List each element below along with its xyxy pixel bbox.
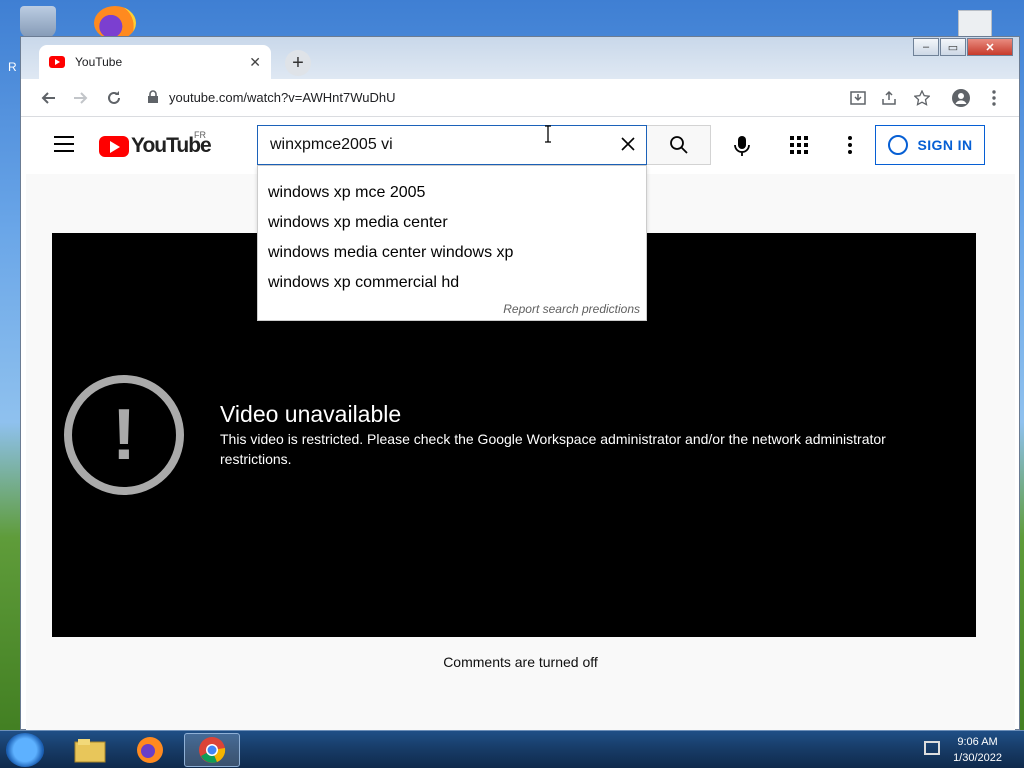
text-cursor-icon: [545, 125, 551, 143]
youtube-favicon-icon: [49, 56, 65, 68]
system-clock[interactable]: 9:06 AM 1/30/2022: [953, 734, 1002, 766]
bookmark-star-icon[interactable]: [911, 87, 933, 109]
taskbar: 9:06 AM 1/30/2022: [0, 730, 1024, 768]
region-code: FR: [194, 130, 206, 140]
voice-search-button[interactable]: [724, 128, 760, 164]
account-icon: [887, 135, 908, 155]
youtube-page: YouTube FR winxpmce2005 vi SIGN IN ! Vid…: [26, 118, 1015, 730]
lock-icon: [148, 90, 158, 103]
new-tab-button[interactable]: +: [285, 50, 311, 76]
browser-window: YouTube ✕ + – ▭ ✕ youtube.com/watch?v=AW…: [20, 36, 1020, 730]
youtube-play-icon: [99, 135, 129, 157]
alert-icon: !: [64, 375, 184, 495]
search-box[interactable]: [257, 125, 647, 165]
url-text: youtube.com/watch?v=AWHnt7WuDhU: [169, 90, 396, 105]
settings-more-icon[interactable]: [842, 132, 858, 158]
browser-toolbar: youtube.com/watch?v=AWHnt7WuDhU: [21, 79, 1019, 117]
reload-icon[interactable]: [103, 87, 125, 109]
back-icon[interactable]: [37, 87, 59, 109]
suggestion-item[interactable]: windows xp media center: [258, 208, 646, 238]
network-tray-icon[interactable]: [924, 741, 940, 755]
video-unavailable-title: Video unavailable: [220, 401, 402, 427]
report-predictions-link[interactable]: Report search predictions: [503, 302, 640, 316]
tab-strip: YouTube ✕ + – ▭ ✕: [21, 37, 1019, 79]
comments-status: Comments are turned off: [443, 654, 598, 670]
search-icon: [669, 136, 688, 154]
tab-close-icon[interactable]: ✕: [249, 54, 261, 71]
suggestion-item[interactable]: windows xp mce 2005: [258, 178, 646, 208]
firefox-taskbar-icon[interactable]: [122, 733, 178, 767]
share-icon[interactable]: [878, 87, 900, 109]
explorer-taskbar-icon[interactable]: [62, 733, 118, 767]
address-bar[interactable]: youtube.com/watch?v=AWHnt7WuDhU: [139, 85, 999, 111]
profile-icon[interactable]: [950, 87, 972, 109]
clear-search-icon[interactable]: [618, 134, 638, 160]
tab-youtube[interactable]: YouTube ✕: [39, 45, 271, 79]
sign-in-label: SIGN IN: [917, 137, 973, 153]
maximize-button[interactable]: ▭: [940, 38, 966, 56]
video-unavailable-message: This video is restricted. Please check t…: [220, 431, 886, 467]
close-window-button[interactable]: ✕: [967, 38, 1013, 56]
window-controls: – ▭ ✕: [912, 38, 1013, 56]
minimize-button[interactable]: –: [913, 38, 939, 56]
chrome-taskbar-icon[interactable]: [184, 733, 240, 767]
apps-grid-icon[interactable]: [786, 132, 812, 158]
search-button[interactable]: [647, 125, 711, 165]
suggestion-item[interactable]: windows media center windows xp: [258, 238, 646, 268]
guide-menu-icon[interactable]: [54, 136, 74, 152]
browser-menu-icon[interactable]: [983, 87, 1005, 109]
clock-date: 1/30/2022: [953, 752, 1002, 764]
install-icon[interactable]: [847, 87, 869, 109]
clock-time: 9:06 AM: [957, 736, 998, 748]
recycle-bin-icon[interactable]: [20, 6, 56, 38]
firefox-desktop-icon[interactable]: [94, 6, 136, 40]
suggestion-item[interactable]: windows xp commercial hd: [258, 268, 646, 298]
start-button[interactable]: [6, 733, 44, 767]
microphone-icon: [734, 136, 750, 156]
forward-icon[interactable]: [70, 87, 92, 109]
sign-in-button[interactable]: SIGN IN: [875, 125, 985, 165]
search-suggestions: windows xp mce 2005 windows xp media cen…: [257, 165, 647, 321]
desktop-icon-label: R: [8, 60, 17, 74]
tab-title: YouTube: [75, 55, 123, 69]
